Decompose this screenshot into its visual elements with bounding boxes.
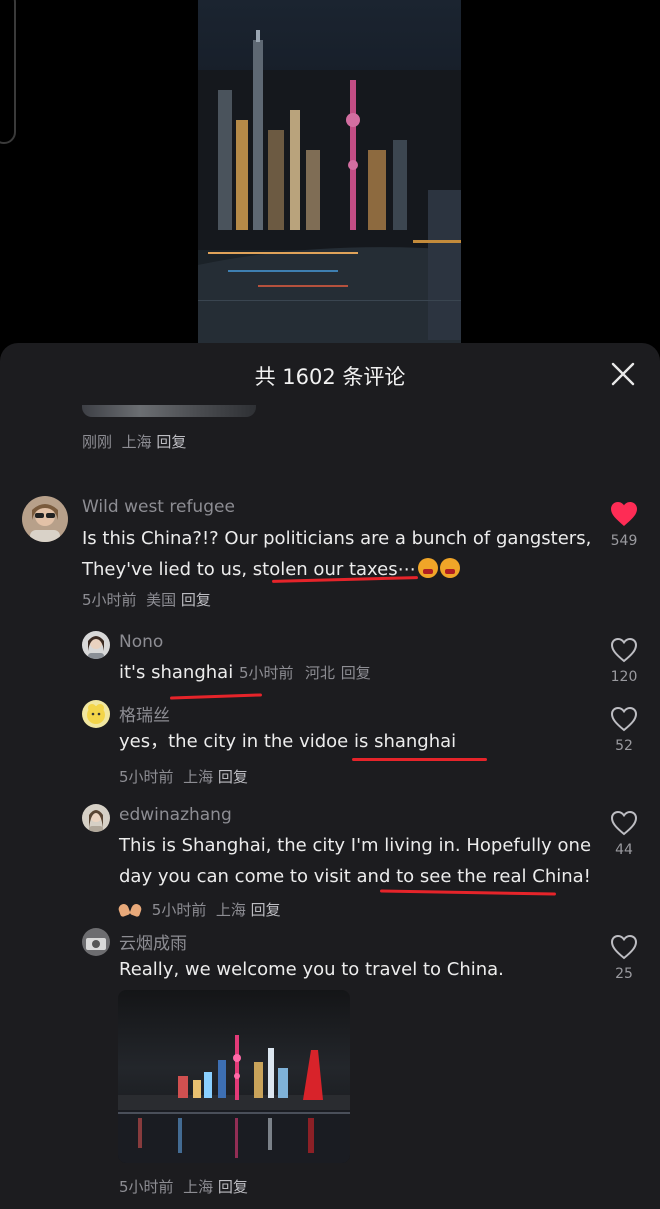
comment-meta: 5小时前 上海 回复 [119,766,248,787]
like-button[interactable]: 25 [604,934,644,982]
avatar[interactable] [82,928,110,956]
avatar[interactable] [22,496,68,542]
comment-text-line: Is this China?!? Our politicians are a b… [82,528,592,549]
comment-meta: 5小时前 上海 回复 [119,899,281,920]
like-count: 52 [615,738,633,754]
edge-tab [0,0,16,144]
heart-outline-icon [610,810,638,836]
comment-text: Is this China?!? Our politicians are a b… [82,523,591,585]
like-count: 44 [615,842,633,858]
comment-location: 上海 [183,768,214,786]
red-underline-annotation [169,693,263,700]
like-count: 25 [615,966,633,982]
avatar[interactable] [82,700,110,728]
previous-comment-meta: 刚刚 上海 回复 [82,431,186,452]
reply-button[interactable]: 回复 [218,1178,248,1196]
comment-photo[interactable] [118,990,350,1163]
avatar[interactable] [82,631,110,659]
comment-username[interactable]: edwinazhang [119,805,232,825]
reply-button[interactable]: 回复 [341,664,371,682]
heart-outline-icon [610,934,638,960]
comment-time: 刚刚 [82,433,113,451]
video-thumbnail[interactable] [198,0,461,345]
reply-button[interactable]: 回复 [218,768,248,786]
comment-count-title: 共 1602 条评论 [254,365,406,389]
comment-text-line: This is Shanghai, the city I'm living in… [119,835,592,856]
angry-emoji-icon [417,558,438,578]
like-button[interactable]: 52 [604,706,644,754]
comment-meta: 5小时前 上海 回复 [119,1176,248,1197]
comment-text: it's shanghai 5小时前 河北 回复 [119,657,371,689]
comment-location: 上海 [183,1178,214,1196]
comment-text-line: day you can come to visit and to see the… [119,866,591,887]
like-button[interactable]: 120 [604,637,644,685]
comment-time: 5小时前 [119,1178,174,1196]
close-icon[interactable] [610,361,636,387]
video-area[interactable] [0,0,660,345]
comment-time: 5小时前 [151,901,207,919]
comment-text: Really, we welcome you to travel to Chin… [119,959,504,980]
heart-hands-emoji-icon [119,902,141,916]
like-count: 549 [610,533,638,549]
like-count: 120 [610,669,638,685]
comment-sheet: 共 1602 条评论 刚刚 上海 回复 Wild west refugee Is… [0,343,660,1209]
comment-time: 5小时前 [238,664,294,682]
comment-meta: 5小时前 美国 回复 [82,589,211,610]
reply-button[interactable]: 回复 [251,901,281,919]
comment-text-segment: it's shanghai [119,662,234,683]
comment-time: 5小时前 [82,591,137,609]
comment-username[interactable]: 格瑞丝 [119,701,170,726]
comment-location: 美国 [146,591,177,609]
comment-text: yes，the city in the vidoe is shanghai [119,731,457,752]
heart-outline-icon [610,637,638,663]
heart-filled-icon [611,502,637,526]
comment-location: 上海 [121,433,152,451]
comment-username[interactable]: Wild west refugee [82,497,235,517]
red-underline-annotation [352,758,487,761]
like-button[interactable]: 549 [604,501,644,549]
heart-outline-icon [610,706,638,732]
rage-emoji-icon [439,558,460,578]
comment-username[interactable]: Nono [119,632,163,652]
comment-location: 河北 [304,664,335,682]
reply-button[interactable]: 回复 [181,591,211,609]
comment-location: 上海 [215,901,246,919]
comment-text: This is Shanghai, the city I'm living in… [119,830,591,892]
reply-button[interactable]: 回复 [156,433,186,451]
previous-comment-image[interactable] [82,405,256,417]
avatar[interactable] [82,804,110,832]
comment-username[interactable]: 云烟成雨 [119,929,187,954]
like-button[interactable]: 44 [604,810,644,858]
comment-time: 5小时前 [119,768,174,786]
